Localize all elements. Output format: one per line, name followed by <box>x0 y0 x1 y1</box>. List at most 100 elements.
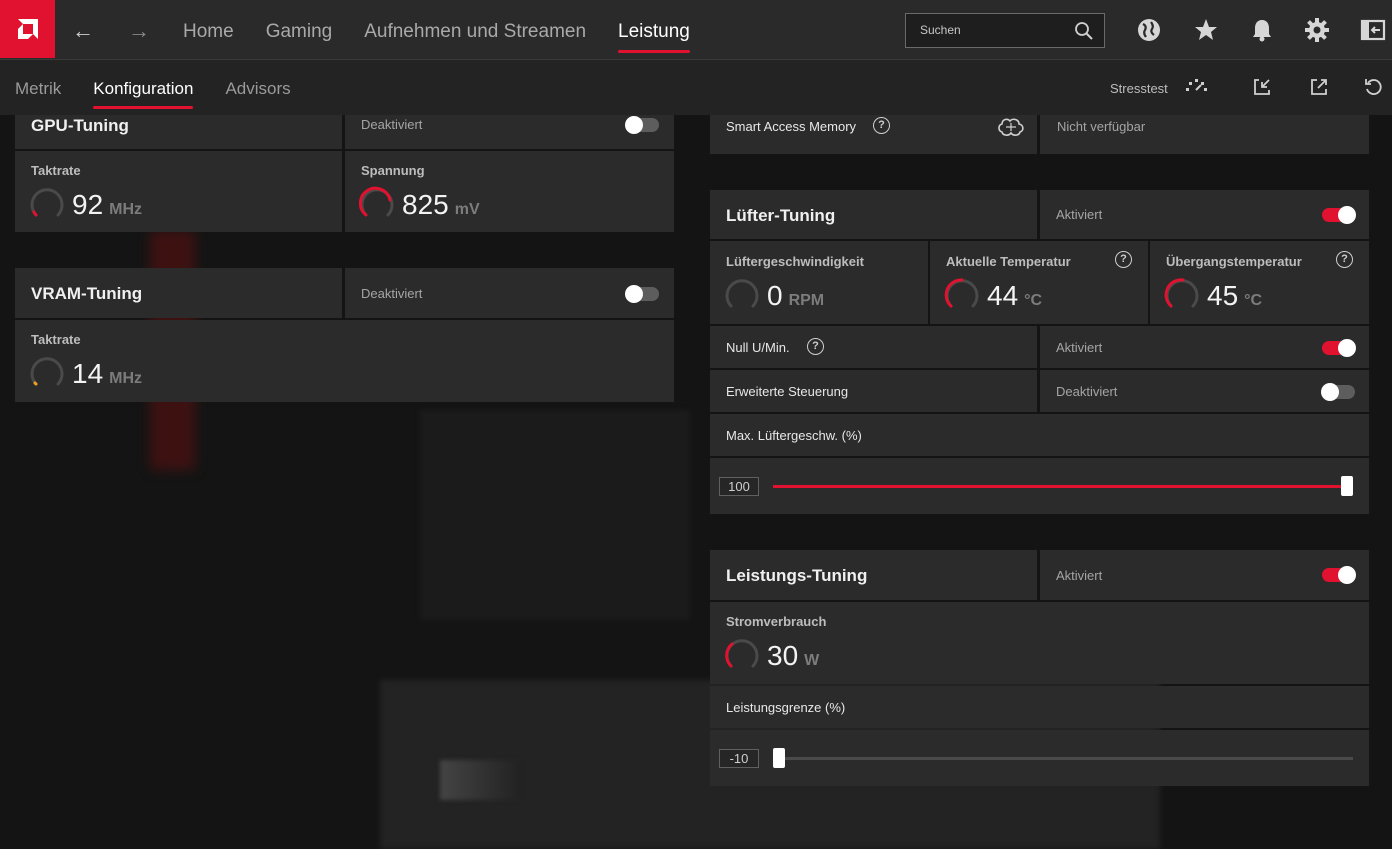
power-tuning-status-cell: Aktiviert <box>1040 550 1369 600</box>
exit-sidebar-icon[interactable] <box>1360 17 1386 43</box>
nav-gaming[interactable]: Gaming <box>266 21 333 43</box>
vram-tuning-header: VRAM-Tuning <box>15 268 342 318</box>
speedometer-icon[interactable] <box>1184 77 1210 95</box>
reset-icon[interactable] <box>1364 77 1382 97</box>
max-fan-speed-label: Max. Lüftergeschw. (%) <box>726 428 862 443</box>
tab-configuration[interactable]: Konfiguration <box>93 79 194 109</box>
power-limit-input[interactable]: -10 <box>719 749 759 768</box>
search-box[interactable] <box>905 13 1105 48</box>
current-temp-value: 44 °C <box>987 280 1042 312</box>
gpu-tuning-toggle[interactable] <box>625 116 659 134</box>
zero-rpm-status-cell: Aktiviert <box>1040 326 1369 368</box>
power-limit-slider[interactable] <box>773 757 1353 760</box>
advanced-control-status-cell: Deaktiviert <box>1040 370 1369 412</box>
vram-clock-unit: MHz <box>109 370 143 387</box>
export-profile-icon[interactable] <box>1309 77 1329 97</box>
gpu-clock-value: 92 MHz <box>72 189 142 221</box>
fan-speed-metric: Lüftergeschwindigkeit 0 RPM <box>710 241 928 324</box>
gpu-clock-label: Taktrate <box>31 163 81 178</box>
power-draw-label: Stromverbrauch <box>726 614 827 629</box>
sam-status-cell: Nicht verfügbar <box>1040 115 1369 154</box>
gpu-voltage-number: 825 <box>402 189 449 220</box>
globe-icon[interactable] <box>1136 17 1162 43</box>
max-fan-speed-slider-fill <box>773 485 1353 488</box>
nav-home[interactable]: Home <box>183 21 234 43</box>
gear-icon[interactable] <box>1304 17 1330 43</box>
max-fan-speed-slider-cell: 100 <box>710 458 1369 514</box>
vram-clock-gauge <box>30 357 64 386</box>
vram-tuning-panel: VRAM-Tuning Deaktiviert Taktrate 14 MHz <box>15 268 674 402</box>
advanced-control-label: Erweiterte Steuerung <box>726 384 849 399</box>
search-input[interactable] <box>920 23 1060 37</box>
star-icon[interactable] <box>1193 17 1219 43</box>
fan-tuning-status: Aktiviert <box>1056 207 1103 222</box>
advanced-control-toggle[interactable] <box>1321 383 1355 401</box>
advanced-control-label-cell: Erweiterte Steuerung <box>710 370 1037 412</box>
gpu-clock-unit: MHz <box>109 201 143 218</box>
junction-temp-help-icon[interactable]: ? <box>1336 251 1353 268</box>
power-tuning-header: Leistungs-Tuning <box>710 550 1037 600</box>
max-fan-speed-slider[interactable] <box>773 485 1353 488</box>
fan-tuning-title: Lüfter-Tuning <box>726 206 836 225</box>
nav-performance[interactable]: Leistung <box>618 21 690 53</box>
junction-temp-unit: °C <box>1244 292 1263 309</box>
search-icon[interactable] <box>1074 21 1094 41</box>
zero-rpm-label: Null U/Min. <box>726 340 790 355</box>
gpu-voltage-gauge <box>359 186 394 217</box>
gpu-clock-number: 92 <box>72 189 104 220</box>
vram-clock-label: Taktrate <box>31 332 81 347</box>
zero-rpm-toggle[interactable] <box>1322 339 1356 357</box>
zero-rpm-help-icon[interactable]: ? <box>807 338 824 355</box>
power-limit-slider-cell: -10 <box>710 730 1369 786</box>
fan-speed-value: 0 RPM <box>767 280 824 312</box>
current-temp-metric: Aktuelle Temperatur ? 44 °C <box>930 241 1148 324</box>
power-draw-gauge <box>725 639 759 668</box>
vram-tuning-toggle[interactable] <box>625 285 659 303</box>
power-tuning-panel: Leistungs-Tuning Aktiviert Stromverbrauc… <box>710 550 1369 786</box>
vram-tuning-status: Deaktiviert <box>361 286 423 301</box>
fan-speed-label: Lüftergeschwindigkeit <box>726 254 864 269</box>
bell-icon[interactable] <box>1249 17 1275 43</box>
forward-arrow-icon[interactable]: → <box>128 18 150 44</box>
amd-logo[interactable] <box>0 0 55 58</box>
sub-nav: Metrik Konfiguration Advisors <box>15 79 291 109</box>
back-arrow-icon[interactable]: ← <box>72 18 94 44</box>
power-tuning-title: Leistungs-Tuning <box>726 566 868 585</box>
sam-status: Nicht verfügbar <box>1057 119 1146 134</box>
junction-temp-value: 45 °C <box>1207 280 1262 312</box>
power-tuning-toggle[interactable] <box>1322 566 1356 584</box>
tab-advisors[interactable]: Advisors <box>225 79 290 99</box>
gpu-clock-metric: Taktrate 92 MHz <box>15 151 342 232</box>
max-fan-speed-input[interactable]: 100 <box>719 477 759 496</box>
max-fan-speed-slider-thumb[interactable] <box>1341 476 1353 496</box>
sam-help-icon[interactable]: ? <box>873 117 890 134</box>
sam-label: Smart Access Memory <box>726 119 857 134</box>
current-temp-unit: °C <box>1024 292 1043 309</box>
power-draw-unit: W <box>804 652 820 669</box>
sub-bar: Metrik Konfiguration Advisors Stresstest <box>0 60 1392 115</box>
gpu-tuning-status: Deaktiviert <box>361 117 423 132</box>
current-temp-help-icon[interactable]: ? <box>1115 251 1132 268</box>
power-tuning-status: Aktiviert <box>1056 568 1103 583</box>
sam-label-cell: Smart Access Memory ? <box>710 115 1037 154</box>
vram-clock-value: 14 MHz <box>72 358 142 390</box>
fan-tuning-status-cell: Aktiviert <box>1040 190 1369 239</box>
stresstest-label[interactable]: Stresstest <box>1110 81 1168 96</box>
vram-tuning-title: VRAM-Tuning <box>31 284 143 303</box>
advanced-control-status: Deaktiviert <box>1056 384 1118 399</box>
power-limit-label-cell: Leistungsgrenze (%) <box>710 686 1369 728</box>
fan-speed-number: 0 <box>767 280 783 311</box>
nav-recording-streaming[interactable]: Aufnehmen und Streamen <box>364 21 586 43</box>
brain-icon <box>998 118 1024 136</box>
gpu-voltage-value: 825 mV <box>402 189 480 221</box>
current-temp-label: Aktuelle Temperatur <box>946 254 1071 269</box>
power-draw-value: 30 W <box>767 640 819 672</box>
power-limit-slider-thumb[interactable] <box>773 748 785 768</box>
power-draw-number: 30 <box>767 640 799 671</box>
import-profile-icon[interactable] <box>1252 77 1272 97</box>
tab-metrics[interactable]: Metrik <box>15 79 61 99</box>
fan-tuning-panel: Lüfter-Tuning Aktiviert Lüftergeschwindi… <box>710 190 1369 514</box>
fan-tuning-toggle[interactable] <box>1322 206 1356 224</box>
gpu-tuning-status-cell: Deaktiviert <box>345 115 674 149</box>
top-bar: ← → Home Gaming Aufnehmen und Streamen L… <box>0 0 1392 60</box>
